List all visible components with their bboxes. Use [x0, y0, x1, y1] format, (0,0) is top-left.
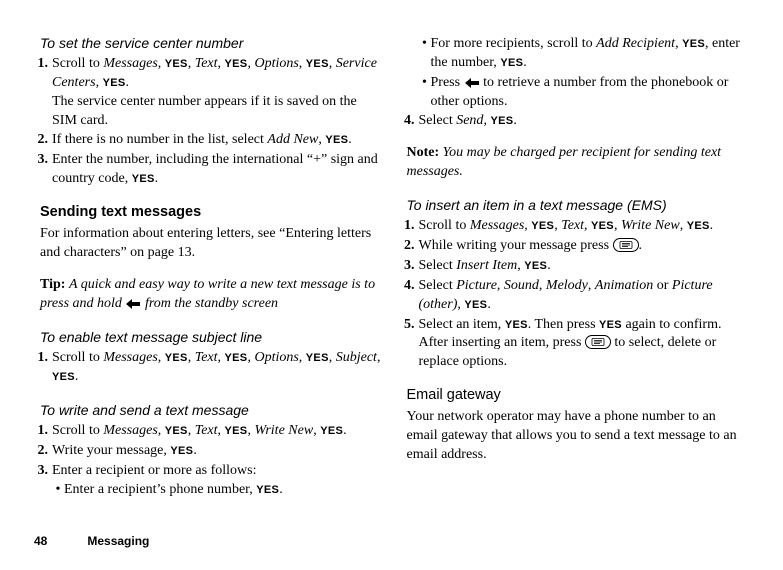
list-item: 2. While writing your message press .	[401, 237, 750, 256]
tip-label: Tip:	[40, 277, 65, 292]
note-label: Note:	[407, 145, 440, 160]
step-num: 2.	[34, 442, 48, 461]
step-content: Select Insert Item, YES.	[419, 257, 750, 276]
options-key-icon	[585, 335, 611, 349]
left-column: To set the service center number 1. Scro…	[34, 34, 383, 501]
sub-bullet: • For more recipients, scroll to Add Rec…	[419, 35, 750, 73]
heading-email-gateway: Email gateway	[407, 386, 750, 406]
list-item: 4. Select Send, YES.	[401, 112, 750, 131]
left-arrow-icon	[125, 298, 141, 310]
list-item: 1. Scroll to Messages, YES, Text, YES, W…	[401, 217, 750, 236]
bullet-dot: •	[419, 35, 431, 73]
list-item: 2. If there is no number in the list, se…	[34, 131, 383, 150]
list-item: 1. Scroll to Messages, YES, Text, YES, O…	[34, 55, 383, 131]
step-num: 1.	[34, 55, 48, 131]
tip-body: A quick and easy way to write a new text…	[40, 277, 375, 311]
sub-bullet: • Press to retrieve a number from the ph…	[419, 74, 750, 112]
list-item: 3. Select Insert Item, YES.	[401, 257, 750, 276]
step-num: 3.	[401, 257, 415, 276]
bullet-dot: •	[52, 481, 64, 500]
two-column-layout: To set the service center number 1. Scro…	[34, 34, 749, 501]
list-item: 5. Select an item, YES. Then press YES a…	[401, 316, 750, 373]
step-num: 4.	[401, 112, 415, 131]
bullet-content: For more recipients, scroll to Add Recip…	[431, 35, 750, 73]
step-num: 1.	[34, 349, 48, 387]
step-num: 1.	[34, 422, 48, 441]
page-number: 48	[34, 534, 47, 548]
step-content: Scroll to Messages, YES, Text, YES, Writ…	[52, 422, 383, 441]
bullet-content: Enter a recipient’s phone number, YES.	[64, 481, 383, 500]
steps-insert: 1. Scroll to Messages, YES, Text, YES, W…	[401, 217, 750, 372]
step-content: Select Send, YES.	[419, 112, 750, 131]
step-num: 5.	[401, 316, 415, 373]
note-block: Note: You may be charged per recipient f…	[407, 144, 750, 182]
heading-sending-text: Sending text messages	[40, 203, 383, 223]
list-item: 2. Write your message, YES.	[34, 442, 383, 461]
sub-bullet: • Enter a recipient’s phone number, YES.	[52, 481, 383, 500]
steps-write-send: 1. Scroll to Messages, YES, Text, YES, W…	[34, 422, 383, 501]
step-content: Enter the number, including the internat…	[52, 151, 383, 189]
heading-insert-item: To insert an item in a text message (EMS…	[407, 196, 750, 215]
step-content: Enter a recipient or more as follows: • …	[52, 462, 383, 501]
left-arrow-icon	[464, 77, 480, 89]
tip-block: Tip: A quick and easy way to write a new…	[40, 276, 383, 314]
list-item: 3. Enter a recipient or more as follows:…	[34, 462, 383, 501]
step-content: Scroll to Messages, YES, Text, YES, Opti…	[52, 349, 383, 387]
step-content: Select Picture, Sound, Melody, Animation…	[419, 277, 750, 315]
step-content: While writing your message press .	[419, 237, 750, 256]
step-num: 4.	[401, 277, 415, 315]
section-name: Messaging	[87, 534, 149, 548]
list-item: 3. Enter the number, including the inter…	[34, 151, 383, 189]
list-item: 4. Select Picture, Sound, Melody, Animat…	[401, 277, 750, 315]
para-sending: For information about entering letters, …	[40, 225, 383, 263]
step-num: 1.	[401, 217, 415, 236]
steps-service-center: 1. Scroll to Messages, YES, Text, YES, O…	[34, 55, 383, 189]
bullet-content: Press to retrieve a number from the phon…	[431, 74, 750, 112]
right-column: • For more recipients, scroll to Add Rec…	[401, 34, 750, 501]
para-email-gateway: Your network operator may have a phone n…	[407, 408, 750, 465]
step-num: 2.	[34, 131, 48, 150]
list-item: 1. Scroll to Messages, YES, Text, YES, W…	[34, 422, 383, 441]
step-content: Write your message, YES.	[52, 442, 383, 461]
heading-enable-subject: To enable text message subject line	[40, 328, 383, 347]
step-num: 2.	[401, 237, 415, 256]
step-content: Scroll to Messages, YES, Text, YES, Opti…	[52, 55, 383, 131]
steps-subject: 1. Scroll to Messages, YES, Text, YES, O…	[34, 349, 383, 387]
steps-continued: 4. Select Send, YES.	[401, 112, 750, 131]
heading-write-send: To write and send a text message	[40, 401, 383, 420]
heading-set-service-center: To set the service center number	[40, 34, 383, 53]
step-num: 3.	[34, 151, 48, 189]
note-body: You may be charged per recipient for sen…	[407, 145, 722, 179]
step-after: The service center number appears if it …	[52, 94, 357, 128]
page-footer: 48 Messaging	[34, 533, 749, 549]
options-key-icon	[613, 238, 639, 252]
step-content: If there is no number in the list, selec…	[52, 131, 383, 150]
list-item: 1. Scroll to Messages, YES, Text, YES, O…	[34, 349, 383, 387]
step-content: Scroll to Messages, YES, Text, YES, Writ…	[419, 217, 750, 236]
bullet-dot: •	[419, 74, 431, 112]
step-num: 3.	[34, 462, 48, 501]
step-content: Select an item, YES. Then press YES agai…	[419, 316, 750, 373]
